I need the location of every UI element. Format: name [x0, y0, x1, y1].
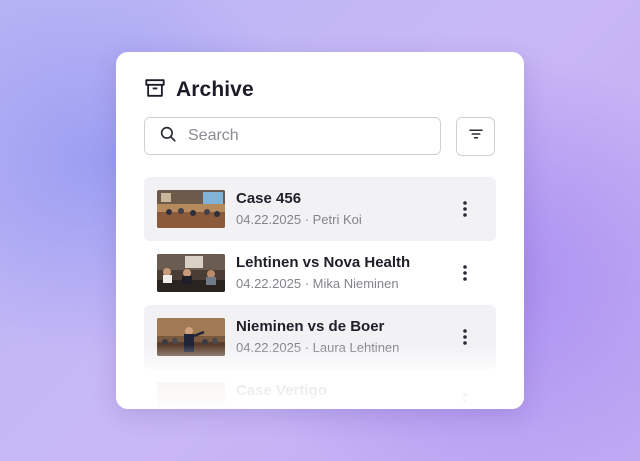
more-vertical-icon: [463, 265, 467, 281]
archive-list: Case 456 04.22.2025 · Petri Koi Lehtinen…: [144, 177, 496, 409]
item-title: Case 456: [236, 190, 302, 207]
search-box[interactable]: [144, 117, 441, 155]
filter-button[interactable]: [456, 117, 495, 156]
list-item[interactable]: Case 456 04.22.2025 · Petri Koi: [144, 177, 496, 241]
search-input[interactable]: [186, 126, 430, 146]
list-item[interactable]: Lehtinen vs Nova Health 04.22.2025 · Mik…: [144, 241, 496, 305]
list-item[interactable]: Nieminen vs de Boer 04.22.2025 · Laura L…: [144, 305, 496, 369]
more-options-button[interactable]: [460, 327, 470, 347]
list-item[interactable]: Case Vertigo: [144, 369, 496, 409]
page-title: Archive: [176, 78, 254, 101]
case-thumbnail: [157, 190, 225, 228]
archive-card: Archive Search Case 456 04.22.2025 · Pet…: [116, 52, 524, 409]
case-thumbnail: [157, 382, 225, 409]
more-vertical-icon: [463, 201, 467, 217]
item-meta: 04.22.2025 · Laura Lehtinen: [236, 340, 400, 355]
item-title: Lehtinen vs Nova Health: [236, 254, 411, 271]
item-meta: 04.22.2025 · Mika Nieminen: [236, 276, 399, 291]
more-options-button[interactable]: [460, 263, 470, 283]
more-options-button[interactable]: [460, 391, 470, 409]
item-title: Nieminen vs de Boer: [236, 318, 385, 335]
more-vertical-icon: [463, 329, 467, 345]
item-title: Case Vertigo: [236, 382, 327, 399]
archive-box-icon: [144, 77, 166, 104]
filter-icon: [467, 125, 485, 148]
more-vertical-icon: [463, 393, 467, 409]
archive-header: Archive: [144, 76, 254, 104]
item-meta: [236, 404, 327, 409]
more-options-button[interactable]: [460, 199, 470, 219]
item-meta: 04.22.2025 · Petri Koi: [236, 212, 362, 227]
search-icon: [159, 125, 177, 148]
case-thumbnail: [157, 318, 225, 356]
case-thumbnail: [157, 254, 225, 292]
